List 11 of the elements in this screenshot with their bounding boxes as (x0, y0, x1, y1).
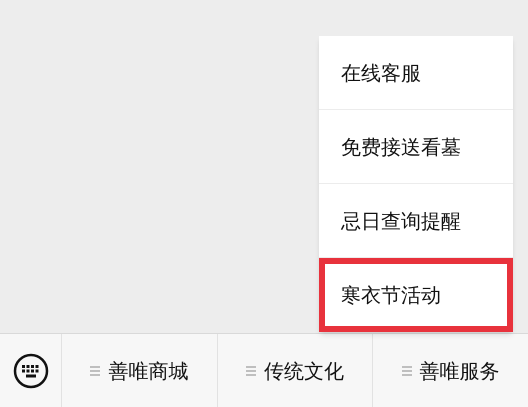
menu-item[interactable]: 忌日查询提醒 (319, 184, 513, 257)
menu-icon (246, 366, 256, 376)
keyboard-icon[interactable] (12, 352, 48, 388)
menu-button[interactable]: 传统文化 (264, 356, 344, 386)
menu-icon (402, 366, 412, 376)
menu-button[interactable]: 善唯服务 (420, 356, 500, 386)
menu-item[interactable]: 寒衣节活动 (319, 258, 513, 332)
menu-item[interactable]: 在线客服 (319, 36, 513, 109)
menu-button[interactable]: 善唯商城 (108, 356, 188, 386)
menu-item[interactable]: 免费接送看墓 (319, 110, 513, 183)
menu-icon (90, 366, 100, 376)
